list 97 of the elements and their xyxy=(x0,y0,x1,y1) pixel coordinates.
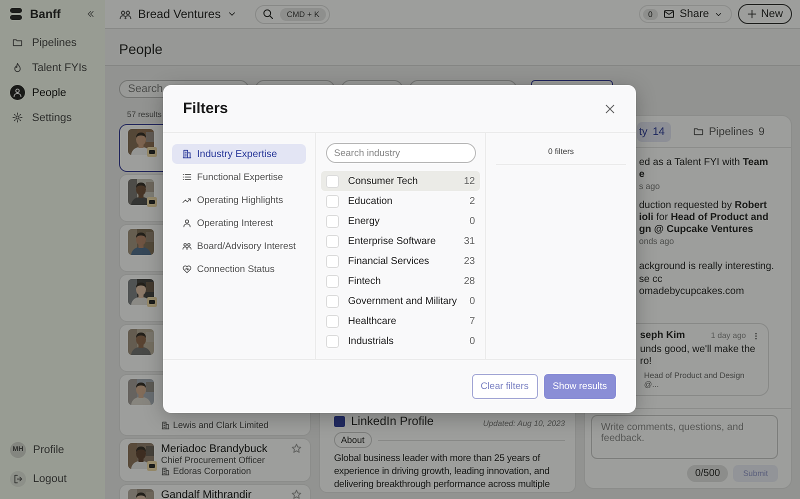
search-field[interactable]: Search industry xyxy=(326,143,476,163)
option-count: 0 xyxy=(469,336,475,346)
person-name: Gandalf Mithrandir xyxy=(161,489,252,499)
checkbox[interactable] xyxy=(326,214,339,228)
heart-icon xyxy=(182,264,192,274)
option-count: 12 xyxy=(464,176,475,186)
timestamp: 1 day ago xyxy=(710,331,746,340)
logo-icon xyxy=(10,8,22,20)
industry-option[interactable]: Healthcare 7 xyxy=(321,311,480,331)
note-text: ackground is really interesting. se cc omadebycupcakes.com xyxy=(639,261,776,298)
group-icon xyxy=(182,241,192,251)
person-card[interactable]: Gandalf Mithrandir xyxy=(119,484,311,499)
search-icon xyxy=(262,8,274,20)
folder-icon xyxy=(12,37,23,48)
character-count: 0/500 xyxy=(687,465,728,482)
option-count: 23 xyxy=(464,256,475,266)
tab[interactable]: ty 14 xyxy=(637,122,671,142)
share-count: 0 xyxy=(643,8,658,20)
category-item[interactable]: Industry Expertise xyxy=(172,144,306,164)
close-icon xyxy=(604,102,616,114)
industry-option[interactable]: Industrials 0 xyxy=(321,331,480,351)
person-detail: Chief Procurement Officer xyxy=(161,455,266,466)
results-count: 57 results xyxy=(127,110,162,121)
list-icon xyxy=(182,172,192,182)
category-item[interactable]: Functional Expertise xyxy=(172,167,306,187)
option-count: 0 xyxy=(469,216,475,226)
industry-option[interactable]: Consumer Tech 12 xyxy=(321,171,480,191)
logout-icon xyxy=(13,474,23,484)
checkbox[interactable] xyxy=(326,294,339,308)
plus-icon xyxy=(746,9,757,19)
collapse-icon xyxy=(85,9,95,19)
industry-option[interactable]: Financial Services 23 xyxy=(321,251,480,271)
person-icon xyxy=(182,218,192,228)
building-icon xyxy=(161,467,170,476)
company-name: Edoras Corporation xyxy=(173,466,252,477)
updated-date: Updated: Aug 10, 2023 xyxy=(483,419,565,428)
sidebar-item[interactable]: People xyxy=(6,82,99,103)
search-button[interactable]: CMD + K xyxy=(254,4,330,24)
option-count: 0 xyxy=(469,296,475,306)
checkbox[interactable] xyxy=(326,194,339,208)
activity-text: duction requested by Robert ioli for Head of Product and gn @ Cupcake Ventures xyxy=(639,200,770,236)
settings-icon xyxy=(12,112,23,123)
timestamp: onds ago xyxy=(639,236,675,246)
checkbox[interactable] xyxy=(326,234,339,248)
sidebar-item[interactable]: Pipelines xyxy=(6,32,99,53)
option-count: 2 xyxy=(469,196,475,206)
folder-icon xyxy=(692,126,704,137)
category-item[interactable]: Operating Highlights xyxy=(172,190,306,210)
category-item[interactable]: Board/Advisory Interest xyxy=(172,236,306,256)
new-button[interactable]: New xyxy=(738,4,792,24)
option-count: 31 xyxy=(464,236,475,246)
close-button[interactable] xyxy=(604,102,616,114)
logout-link[interactable]: Logout xyxy=(6,468,99,489)
section-label: About xyxy=(334,432,372,448)
category-item[interactable]: Connection Status xyxy=(172,259,306,279)
about-text: Global business leader with more than 25 years of experience in driving growth, leading innovation, and delivering breakthrough performance across multiple xyxy=(334,452,551,491)
option-count: 7 xyxy=(469,316,475,326)
checkbox[interactable] xyxy=(326,314,339,328)
checkbox[interactable] xyxy=(326,254,339,268)
shortcut-hint: CMD + K xyxy=(280,8,326,20)
app-name: Banff xyxy=(30,7,61,21)
page-title: People xyxy=(105,29,800,66)
sidebar-item[interactable]: Talent FYIs xyxy=(6,57,99,78)
checkbox[interactable] xyxy=(326,174,339,188)
comment-text: unds good, we'll make the ro! xyxy=(640,344,756,368)
mail-icon xyxy=(662,8,675,20)
industry-option[interactable]: Energy 0 xyxy=(321,211,480,231)
section-title: LinkedIn Profile xyxy=(351,414,434,428)
sidebar-item[interactable]: Settings xyxy=(6,107,99,128)
people-icon xyxy=(119,8,132,20)
industry-option[interactable]: Fintech 28 xyxy=(321,271,480,291)
company-name: Lewis and Clark Limited xyxy=(173,420,269,431)
comment-author: seph Kim xyxy=(640,330,686,341)
building-icon xyxy=(182,149,192,159)
industry-option[interactable]: Enterprise Software 31 xyxy=(321,231,480,251)
industry-option[interactable]: Government and Military 0 xyxy=(321,291,480,311)
timestamp: s ago xyxy=(639,181,661,191)
person-name: Meriadoc Brandybuck xyxy=(161,443,268,455)
checkbox[interactable] xyxy=(326,274,339,288)
tab[interactable]: Pipelines 9 xyxy=(686,122,771,142)
category-item[interactable]: Operating Interest xyxy=(172,213,306,233)
person-icon xyxy=(12,87,23,98)
filter-count: 0 filters xyxy=(496,147,626,165)
activity-text: ed as a Talent FYI with Team e xyxy=(639,157,770,181)
building-icon xyxy=(161,421,170,430)
comment-context: Head of Product and Design @... xyxy=(644,371,746,389)
flame-icon xyxy=(12,62,23,73)
share-button[interactable]: 0 Share xyxy=(639,5,732,23)
linkedin-icon xyxy=(334,416,345,427)
workspace-selector[interactable]: Bread Ventures xyxy=(119,7,237,21)
option-count: 28 xyxy=(464,276,475,286)
checkbox[interactable] xyxy=(326,334,339,348)
comment-field[interactable]: Write comments, questions, and feedback. xyxy=(591,415,778,459)
person-card[interactable]: Meriadoc Brandybuck Chief Procurement Officer Edoras Corporation xyxy=(119,438,311,482)
modal-title: Filters xyxy=(183,100,228,117)
clear-filters-button[interactable]: Clear filters xyxy=(472,374,538,399)
industry-option[interactable]: Education 2 xyxy=(321,191,480,211)
